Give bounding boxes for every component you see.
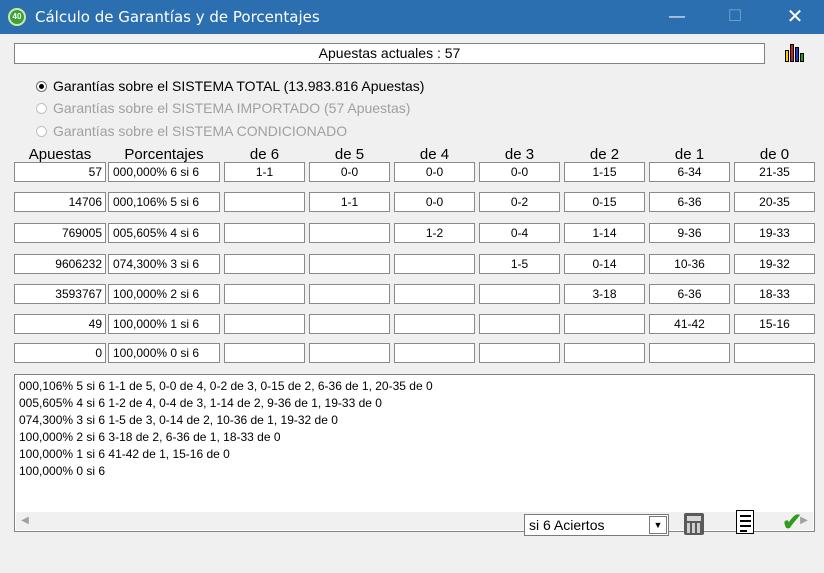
- range-field: [649, 343, 730, 363]
- percentage-field: 074,300% 3 si 6: [108, 254, 220, 274]
- report-icon[interactable]: [734, 510, 756, 536]
- result-line: 005,605% 4 si 6 1-2 de 4, 0-4 de 3, 1-14…: [19, 396, 382, 410]
- range-field: [394, 343, 475, 363]
- aciertos-select[interactable]: si 6 Aciertos ▼: [524, 514, 669, 536]
- range-field: [564, 314, 645, 334]
- range-field: [224, 314, 305, 334]
- aciertos-select-value: si 6 Aciertos: [529, 517, 605, 533]
- range-field: 1-15: [564, 162, 645, 182]
- radio-label: Garantías sobre el SISTEMA IMPORTADO (57…: [53, 100, 411, 116]
- scroll-left-icon[interactable]: ◀: [18, 514, 32, 528]
- range-field: 0-0: [309, 162, 390, 182]
- range-field: [309, 343, 390, 363]
- result-line: 100,000% 0 si 6: [19, 464, 106, 478]
- bar-chart-icon[interactable]: [784, 42, 806, 62]
- range-field: 18-33: [734, 284, 815, 304]
- range-field: 0-4: [479, 223, 560, 243]
- percentage-field: 000,106% 5 si 6: [108, 192, 220, 212]
- percentage-field: 000,000% 6 si 6: [108, 162, 220, 182]
- range-field: 19-33: [734, 223, 815, 243]
- radio-sistema-total[interactable]: Garantías sobre el SISTEMA TOTAL (13.983…: [36, 77, 424, 95]
- range-field: [479, 343, 560, 363]
- range-field: 0-14: [564, 254, 645, 274]
- range-field: [394, 254, 475, 274]
- range-field: [224, 223, 305, 243]
- radio-sistema-importado[interactable]: Garantías sobre el SISTEMA IMPORTADO (57…: [36, 99, 410, 117]
- percentage-field: 100,000% 1 si 6: [108, 314, 220, 334]
- range-field: [224, 192, 305, 212]
- close-button[interactable]: ✕: [766, 0, 824, 34]
- current-bets-display: Apuestas actuales : 57: [14, 43, 765, 64]
- radio-sistema-condicionado[interactable]: Garantías sobre el SISTEMA CONDICIONADO: [36, 122, 347, 140]
- percentage-field: 100,000% 2 si 6: [108, 284, 220, 304]
- window-body: Apuestas actuales : 57 Garantías sobre e…: [0, 34, 824, 573]
- range-field: 1-14: [564, 223, 645, 243]
- range-field: [394, 284, 475, 304]
- maximize-button: ☐: [727, 8, 743, 25]
- range-field: 0-0: [394, 192, 475, 212]
- range-field: 0-15: [564, 192, 645, 212]
- range-field: 1-1: [224, 162, 305, 182]
- minimize-button[interactable]: —: [648, 0, 706, 34]
- range-field: 3-18: [564, 284, 645, 304]
- range-field: 15-16: [734, 314, 815, 334]
- range-field: [224, 343, 305, 363]
- radio-dot[interactable]: [36, 81, 47, 92]
- range-field: [224, 284, 305, 304]
- percentage-field: 100,000% 0 si 6: [108, 343, 220, 363]
- result-line: 100,000% 2 si 6 3-18 de 2, 6-36 de 1, 18…: [19, 430, 281, 444]
- check-icon[interactable]: ✔: [782, 511, 808, 535]
- range-field: 9-36: [649, 223, 730, 243]
- range-field: 6-36: [649, 284, 730, 304]
- range-field: 0-0: [479, 162, 560, 182]
- result-line: 000,106% 5 si 6 1-1 de 5, 0-0 de 4, 0-2 …: [19, 379, 433, 393]
- radio-dot[interactable]: [36, 126, 47, 137]
- range-field: 1-2: [394, 223, 475, 243]
- range-field: 0-2: [479, 192, 560, 212]
- radio-dot[interactable]: [36, 103, 47, 114]
- result-line: 100,000% 1 si 6 41-42 de 1, 15-16 de 0: [19, 447, 230, 461]
- chevron-down-icon[interactable]: ▼: [649, 516, 667, 534]
- range-field: 6-34: [649, 162, 730, 182]
- bets-count-field: 49: [14, 314, 106, 334]
- percentage-field: 005,605% 4 si 6: [108, 223, 220, 243]
- range-field: [564, 343, 645, 363]
- range-field: [309, 284, 390, 304]
- range-field: 0-0: [394, 162, 475, 182]
- results-textarea[interactable]: 000,106% 5 si 6 1-1 de 5, 0-0 de 4, 0-2 …: [14, 374, 815, 532]
- range-field: 21-35: [734, 162, 815, 182]
- range-field: 41-42: [649, 314, 730, 334]
- range-field: [394, 314, 475, 334]
- calculator-icon[interactable]: [684, 513, 704, 535]
- result-line: 074,300% 3 si 6 1-5 de 3, 0-14 de 2, 10-…: [19, 413, 338, 427]
- range-field: [734, 343, 815, 363]
- range-field: [309, 254, 390, 274]
- range-field: [479, 284, 560, 304]
- range-field: [479, 314, 560, 334]
- range-field: 19-32: [734, 254, 815, 274]
- bets-count-field: 0: [14, 343, 106, 363]
- range-field: [309, 314, 390, 334]
- bets-count-field: 769005: [14, 223, 106, 243]
- radio-label: Garantías sobre el SISTEMA CONDICIONADO: [53, 123, 348, 139]
- bets-count-field: 3593767: [14, 284, 106, 304]
- range-field: 20-35: [734, 192, 815, 212]
- range-field: 1-5: [479, 254, 560, 274]
- bets-count-field: 57: [14, 162, 106, 182]
- range-field: [224, 254, 305, 274]
- title-bar: 40 Cálculo de Garantías y de Porcentajes…: [0, 0, 824, 34]
- radio-label: Garantías sobre el SISTEMA TOTAL (13.983…: [53, 78, 425, 94]
- bets-count-field: 14706: [14, 192, 106, 212]
- range-field: 1-1: [309, 192, 390, 212]
- range-field: 10-36: [649, 254, 730, 274]
- window-title: Cálculo de Garantías y de Porcentajes: [35, 8, 320, 26]
- bets-count-field: 9606232: [14, 254, 106, 274]
- range-field: [309, 223, 390, 243]
- app-icon: 40: [8, 8, 26, 26]
- range-field: 6-36: [649, 192, 730, 212]
